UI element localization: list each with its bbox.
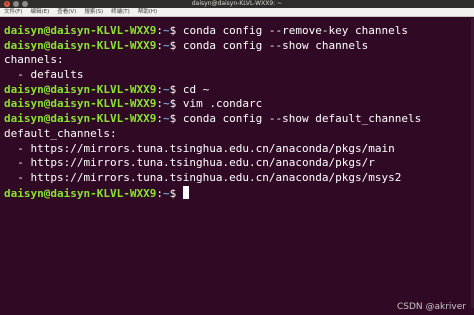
- terminal-output[interactable]: daisyn@daisyn-KLVL-WXX9:~$ conda config …: [4, 24, 466, 200]
- prompt-symbol: $: [169, 24, 183, 37]
- prompt-line: daisyn@daisyn-KLVL-WXX9:~$ conda config …: [4, 24, 466, 39]
- prompt-symbol: $: [169, 38, 183, 52]
- prompt-separator: :: [156, 186, 163, 200]
- prompt-path: ~: [162, 97, 170, 111]
- menu-search[interactable]: 搜索(S): [84, 8, 103, 17]
- prompt-line: daisyn@daisyn-KLVL-WXX9:~$ conda config …: [4, 39, 466, 54]
- prompt-separator: :: [156, 82, 163, 96]
- prompt-user: daisyn@daisyn-KLVL-WXX9: [4, 186, 157, 200]
- prompt-symbol: $: [169, 97, 183, 111]
- command-text: conda config --show default_channels: [182, 112, 422, 126]
- text-cursor: [182, 185, 189, 199]
- prompt-symbol: $: [169, 112, 183, 126]
- prompt-line: daisyn@daisyn-KLVL-WXX9:~$ vim .condarc: [4, 97, 466, 112]
- prompt-path: ~: [162, 38, 170, 52]
- menu-view[interactable]: 查看(V): [57, 8, 76, 17]
- prompt-separator: :: [156, 112, 163, 126]
- prompt-separator: :: [156, 38, 163, 52]
- prompt-user: daisyn@daisyn-KLVL-WXX9: [4, 112, 157, 126]
- prompt-user: daisyn@daisyn-KLVL-WXX9: [4, 24, 157, 37]
- output-line: - defaults: [4, 68, 84, 82]
- output-line: channels:: [4, 53, 64, 67]
- prompt-line: daisyn@daisyn-KLVL-WXX9:~$ cd ~: [4, 83, 466, 98]
- command-text: conda config --remove-key channels: [182, 24, 408, 37]
- output-line: - https://mirrors.tuna.tsinghua.edu.cn/a…: [4, 141, 395, 155]
- output-line: - https://mirrors.tuna.tsinghua.edu.cn/a…: [4, 170, 402, 184]
- watermark: CSDN @akriver: [396, 302, 466, 312]
- prompt-user: daisyn@daisyn-KLVL-WXX9: [4, 38, 157, 52]
- prompt-path: ~: [162, 186, 170, 200]
- prompt-symbol: $: [169, 186, 183, 200]
- menu-help[interactable]: 帮助(H): [138, 8, 157, 17]
- prompt-line: daisyn@daisyn-KLVL-WXX9:~$: [4, 185, 466, 201]
- command-text: vim .condarc: [182, 97, 263, 111]
- menu-terminal[interactable]: 终端(T): [111, 8, 130, 17]
- prompt-user: daisyn@daisyn-KLVL-WXX9: [4, 82, 157, 96]
- prompt-path: ~: [162, 82, 170, 96]
- command-text: conda config --show channels: [182, 38, 369, 52]
- prompt-path: ~: [162, 24, 170, 37]
- menu-edit[interactable]: 编辑(E): [30, 8, 49, 17]
- prompt-symbol: $: [169, 82, 183, 96]
- output-line: default_channels:: [4, 126, 117, 140]
- prompt-user: daisyn@daisyn-KLVL-WXX9: [4, 97, 157, 111]
- prompt-separator: :: [156, 24, 163, 37]
- output-line: - https://mirrors.tuna.tsinghua.edu.cn/a…: [4, 156, 375, 170]
- prompt-path: ~: [162, 112, 170, 126]
- prompt-separator: :: [156, 97, 163, 111]
- menu-file[interactable]: 文件(F): [4, 8, 22, 17]
- command-text: cd ~: [182, 82, 210, 96]
- menu-bar: 文件(F) 编辑(E) 查看(V) 搜索(S) 终端(T) 帮助(H): [0, 8, 474, 17]
- terminal-window: × daisyn@daisyn-KLVL-WXX9: ~ 文件(F) 编辑(E)…: [0, 0, 474, 315]
- prompt-line: daisyn@daisyn-KLVL-WXX9:~$ conda config …: [4, 112, 466, 127]
